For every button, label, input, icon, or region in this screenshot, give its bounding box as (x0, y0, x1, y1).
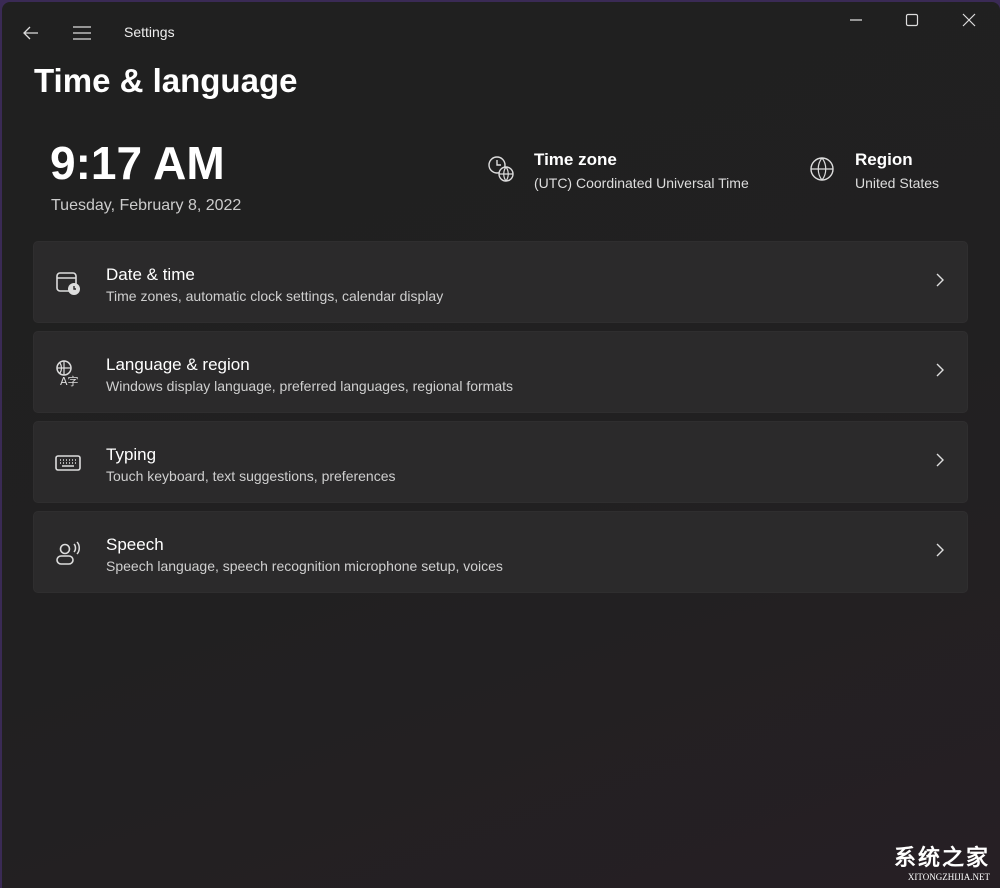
chevron-right-icon (936, 453, 944, 467)
keyboard-icon (55, 455, 81, 471)
current-date: Tuesday, February 8, 2022 (51, 197, 242, 214)
page-title: Time & language (34, 62, 298, 99)
svg-text:A字: A字 (60, 374, 79, 387)
maximize-icon[interactable] (905, 13, 919, 27)
typing-card[interactable]: Typing Touch keyboard, text suggestions,… (33, 421, 968, 503)
card-title: Typing (106, 445, 157, 464)
timezone-value: (UTC) Coordinated Universal Time (534, 175, 749, 191)
watermark-url: XITONGZHIJIA.NET (907, 872, 990, 882)
settings-window: Settings Time & language 9:17 AM Tuesday… (2, 2, 1000, 888)
card-subtitle: Touch keyboard, text suggestions, prefer… (106, 468, 396, 484)
card-title: Language & region (106, 355, 250, 374)
timezone-info: Time zone (UTC) Coordinated Universal Ti… (534, 150, 749, 191)
region-label: Region (855, 150, 913, 169)
current-time: 9:17 AM (50, 137, 225, 189)
language-region-card[interactable]: A字 Language & region Windows display lan… (33, 331, 968, 413)
speech-icon (56, 541, 80, 565)
close-icon[interactable] (962, 13, 976, 27)
chevron-right-icon (936, 543, 944, 557)
chevron-right-icon (936, 363, 944, 377)
date-time-card[interactable]: Date & time Time zones, automatic clock … (33, 241, 968, 323)
speech-card[interactable]: Speech Speech language, speech recogniti… (33, 511, 968, 593)
watermark-logo: 系统之家 XITONGZHIJIA.NET (894, 840, 990, 882)
card-title: Date & time (106, 265, 195, 284)
watermark-text: 系统之家 (893, 845, 990, 870)
language-icon: A字 (56, 360, 79, 387)
calendar-clock-icon (56, 272, 80, 295)
app-title: Settings (124, 24, 175, 40)
back-icon[interactable] (22, 24, 40, 42)
region-value: United States (855, 175, 940, 191)
card-title: Speech (106, 535, 164, 554)
chevron-right-icon (936, 273, 944, 287)
title-bar: Settings (2, 2, 1000, 62)
card-subtitle: Time zones, automatic clock settings, ca… (106, 288, 444, 304)
timezone-label: Time zone (534, 150, 617, 169)
timezone-icon (488, 156, 514, 182)
minimize-icon[interactable] (848, 19, 864, 23)
card-subtitle: Windows display language, preferred lang… (106, 378, 514, 394)
card-subtitle: Speech language, speech recognition micr… (106, 558, 503, 574)
region-info: Region United States (855, 150, 939, 191)
globe-icon (810, 157, 834, 181)
menu-icon[interactable] (72, 25, 92, 41)
